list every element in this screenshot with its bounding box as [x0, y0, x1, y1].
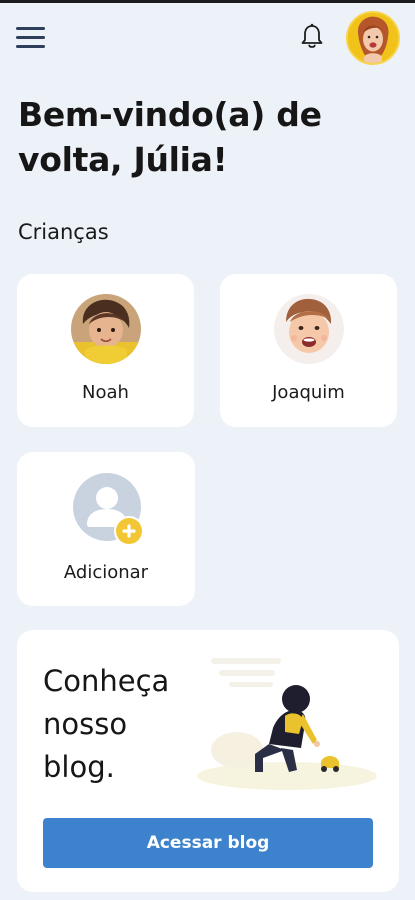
child-name-noah: Noah — [82, 382, 129, 403]
child-name-joaquim: Joaquim — [272, 382, 345, 403]
greeting-line-1: Bem-vindo(a) de — [18, 95, 322, 134]
add-child-card[interactable]: Adicionar — [17, 452, 195, 606]
greeting-line-2: volta, Júlia! — [18, 140, 228, 179]
child-avatar-joaquim — [273, 294, 344, 364]
child-card-joaquim[interactable]: Joaquim — [220, 274, 397, 427]
hamburger-menu-icon[interactable] — [16, 25, 46, 49]
blog-title-line-2: nosso — [43, 707, 128, 741]
status-bar-line — [0, 0, 415, 3]
children-section-title: Crianças — [18, 220, 109, 244]
add-person-icon — [71, 471, 151, 551]
access-blog-button[interactable]: Acessar blog — [43, 818, 373, 868]
child-card-noah[interactable]: Noah — [17, 274, 194, 427]
blog-title-line-1: Conheça — [43, 664, 170, 698]
bell-icon[interactable] — [298, 22, 326, 52]
user-avatar[interactable] — [346, 11, 400, 65]
blog-title-line-3: blog. — [43, 750, 115, 784]
child-avatar-noah — [70, 294, 141, 364]
blog-promo-card: Conheça nosso blog. Acessar blog — [17, 630, 399, 892]
app-header — [0, 8, 415, 66]
add-child-label: Adicionar — [63, 562, 149, 583]
welcome-greeting: Bem-vindo(a) de volta, Júlia! — [18, 92, 378, 182]
child-playing-illustration — [189, 650, 379, 800]
blog-title: Conheça nosso blog. — [43, 660, 213, 789]
